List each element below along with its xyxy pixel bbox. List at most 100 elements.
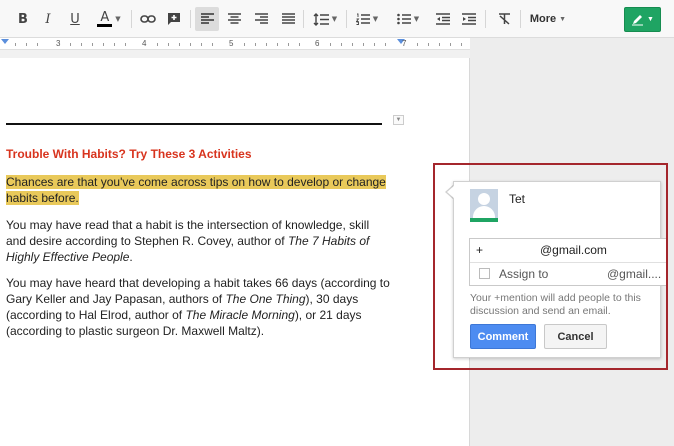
line-spacing-icon: [313, 12, 329, 26]
ruler: 3 4 5 6 7: [0, 38, 470, 50]
ruler-tick: [92, 43, 93, 46]
underline-label: U: [70, 11, 80, 27]
align-center-icon: [227, 13, 241, 24]
align-left-icon: [200, 13, 214, 24]
toolbar-divider: [485, 10, 486, 28]
more-label: More: [529, 13, 557, 25]
book-title: The Miracle Morning: [185, 308, 295, 322]
editing-mode-button[interactable]: ▼: [624, 7, 661, 32]
ruler-tick: [461, 43, 462, 46]
highlighted-text: habits before.: [6, 191, 79, 205]
chevron-down-icon: ▼: [559, 15, 567, 23]
highlighted-text: Chances are that you've come across tips…: [6, 175, 386, 189]
ruler-tick: [81, 43, 82, 46]
doc-heading[interactable]: Trouble With Habits? Try These 3 Activit…: [6, 146, 252, 162]
insert-comment-button[interactable]: [163, 7, 185, 31]
bulleted-list-button[interactable]: ▼: [393, 7, 423, 31]
align-right-button[interactable]: [250, 7, 272, 31]
ruler-number: 5: [229, 39, 234, 48]
decrease-indent-button[interactable]: [432, 7, 454, 31]
chevron-down-icon: ▼: [413, 15, 420, 23]
toolbar-divider: [303, 10, 304, 28]
ruler-tick: [70, 43, 71, 46]
ruler-tick: [417, 43, 418, 46]
ruler-tick: [125, 43, 126, 46]
chevron-down-icon: ▼: [372, 15, 379, 23]
doc-paragraph[interactable]: You may have heard that developing a hab…: [6, 275, 396, 339]
ruler-tick: [114, 43, 115, 46]
align-center-button[interactable]: [223, 7, 245, 31]
decrease-indent-icon: [436, 13, 450, 25]
italic-button[interactable]: I: [38, 7, 58, 31]
ruler-number: 4: [142, 39, 147, 48]
ruler-tick: [179, 43, 180, 46]
ruler-tick: [288, 43, 289, 46]
ruler-tick: [212, 43, 213, 46]
doc-paragraph-highlighted[interactable]: Chances are that you've come across tips…: [6, 174, 386, 206]
ruler-number: 6: [315, 39, 320, 48]
numbered-list-button[interactable]: ▼: [352, 7, 382, 31]
toolbar-divider: [520, 10, 521, 28]
ruler-tick: [341, 43, 342, 46]
increase-indent-icon: [462, 13, 476, 25]
toolbar: B I U A ▼ ▼ ▼ ▼ More ▼ ▼: [0, 0, 674, 38]
ruler-tick: [428, 43, 429, 46]
clear-formatting-button[interactable]: [493, 7, 515, 31]
text-color-label: A: [97, 11, 113, 27]
toolbar-divider: [346, 10, 347, 28]
ruler-tick: [201, 43, 202, 46]
numbered-list-icon: [355, 13, 370, 25]
text-color-button[interactable]: A ▼: [91, 7, 127, 31]
left-indent-marker[interactable]: [1, 39, 9, 44]
justify-icon: [281, 13, 295, 24]
more-button[interactable]: More ▼: [527, 7, 569, 31]
ruler-number: 3: [56, 39, 61, 48]
align-left-button[interactable]: [195, 7, 219, 31]
ruler-tick: [374, 43, 375, 46]
ruler-tick: [190, 43, 191, 46]
ruler-tick: [385, 43, 386, 46]
chevron-down-icon: ▼: [647, 16, 654, 23]
ruler-tick: [439, 43, 440, 46]
paragraph-text: .: [129, 250, 133, 264]
ruler-tick: [255, 43, 256, 46]
toolbar-divider: [131, 10, 132, 28]
ruler-tick: [15, 43, 16, 46]
highlight-annotation-frame: [433, 163, 668, 370]
ruler-number: 7: [402, 39, 407, 48]
chevron-down-icon: ▼: [331, 15, 338, 23]
ruler-tick: [330, 43, 331, 46]
ruler-tick: [157, 43, 158, 46]
doc-paragraph[interactable]: You may have read that a habit is the in…: [6, 217, 386, 265]
chevron-down-icon: ▼: [115, 15, 121, 23]
increase-indent-button[interactable]: [458, 7, 480, 31]
toolbar-divider: [190, 10, 191, 28]
ruler-tick: [244, 43, 245, 46]
ruler-tick: [168, 43, 169, 46]
bulleted-list-icon: [396, 13, 411, 25]
ruler-tick: [299, 43, 300, 46]
justify-button[interactable]: [277, 7, 299, 31]
ruler-tick: [363, 43, 364, 46]
underline-button[interactable]: U: [64, 7, 86, 31]
insert-link-button[interactable]: [137, 7, 159, 31]
align-right-icon: [254, 13, 268, 24]
book-title: The One Thing: [225, 292, 306, 306]
bold-label: B: [18, 11, 28, 27]
ruler-tick: [352, 43, 353, 46]
italic-label: I: [45, 11, 51, 27]
ruler-tick: [103, 43, 104, 46]
add-comment-icon: [168, 13, 180, 25]
pencil-icon: [632, 15, 644, 26]
horizontal-line: [6, 123, 382, 125]
line-spacing-button[interactable]: ▼: [309, 7, 341, 31]
clear-formatting-icon: [498, 13, 510, 25]
link-icon: [140, 15, 156, 23]
ruler-tick: [266, 43, 267, 46]
ruler-tick: [450, 43, 451, 46]
ruler-tick: [26, 43, 27, 46]
bold-button[interactable]: B: [12, 7, 34, 31]
chevron-down-icon[interactable]: ▼: [393, 115, 404, 125]
ruler-tick: [277, 43, 278, 46]
ruler-tick: [37, 43, 38, 46]
